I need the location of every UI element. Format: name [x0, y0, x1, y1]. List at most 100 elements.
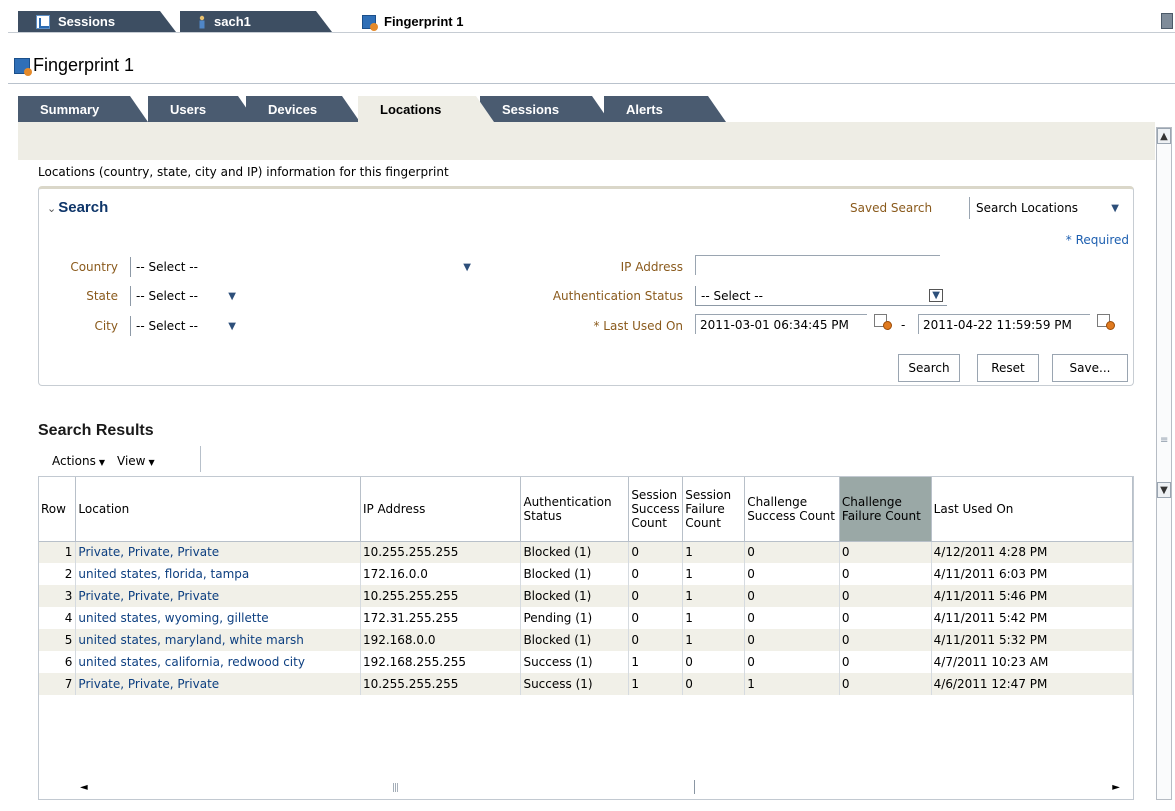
search-button[interactable]: Search [898, 354, 960, 382]
state-select[interactable]: -- Select -- ▼ [130, 286, 240, 306]
vertical-scrollbar[interactable]: ▲ ≡ ▼ [1156, 127, 1172, 800]
column-header-challenge-success-count[interactable]: Challenge Success Count [744, 477, 840, 542]
session-success-cell: 1 [628, 673, 684, 695]
required-note: * Required [1065, 233, 1129, 247]
session-failure-cell: 0 [682, 651, 746, 673]
ip-address-input[interactable] [695, 255, 940, 275]
chevron-down-icon: ▼ [929, 289, 943, 302]
table-row[interactable]: 3 Private, Private, Private 10.255.255.2… [39, 585, 1133, 607]
location-link[interactable]: united states, wyoming, gillette [75, 607, 361, 629]
ip-address-label: IP Address [620, 260, 683, 274]
table-row[interactable]: 2 united states, florida, tampa 172.16.0… [39, 563, 1133, 585]
calendar-icon[interactable] [874, 314, 892, 330]
actions-menu[interactable]: Actions ▼ [52, 454, 105, 468]
authentication-status-label: Authentication Status [552, 289, 683, 303]
saved-search-select[interactable]: Search Locations ▼ [969, 197, 1119, 219]
auth-status-cell: Blocked (1) [520, 629, 630, 651]
column-header-last-used-on[interactable]: Last Used On [931, 477, 1133, 542]
tab-summary[interactable]: Summary [18, 96, 148, 122]
country-select[interactable]: -- Select -- ▼ [130, 257, 475, 277]
tab-locations[interactable]: Locations [358, 96, 494, 122]
calendar-icon[interactable] [1097, 314, 1115, 330]
table-header-row: Row Location IP Address Authentication S… [39, 477, 1133, 542]
window-tab-user[interactable]: sach1 [180, 11, 332, 32]
session-success-cell: 1 [628, 651, 684, 673]
scroll-up-icon[interactable]: ▲ [1157, 128, 1171, 144]
location-link[interactable]: Private, Private, Private [75, 673, 361, 695]
last-used-from-input[interactable]: 2011-03-01 06:34:45 PM [695, 314, 867, 334]
column-header-ip-address[interactable]: IP Address [360, 477, 522, 542]
location-link[interactable]: united states, california, redwood city [75, 651, 361, 673]
tab-label: Summary [40, 101, 100, 117]
country-label: Country [70, 260, 118, 274]
search-header-label: Search [58, 199, 109, 216]
window-tab-label: Fingerprint 1 [384, 14, 464, 29]
city-select[interactable]: -- Select -- ▼ [130, 316, 240, 336]
table-row[interactable]: 6 united states, california, redwood cit… [39, 651, 1133, 673]
toolbar-divider [200, 446, 201, 472]
column-header-challenge-failure-count[interactable]: Challenge Failure Count [839, 477, 932, 542]
view-menu[interactable]: View ▼ [117, 454, 155, 468]
scroll-right-icon[interactable]: ► [1112, 782, 1120, 793]
tab-devices[interactable]: Devices [246, 96, 360, 122]
tab-strip-divider [8, 32, 1175, 33]
tab-label: Alerts [626, 101, 663, 117]
challenge-failure-cell: 0 [839, 541, 932, 563]
row-number: 3 [39, 585, 77, 607]
row-number: 1 [39, 541, 77, 563]
window-tab-sessions[interactable]: Sessions [18, 11, 176, 32]
collapse-icon[interactable]: ⌄ [47, 203, 56, 215]
session-failure-cell: 1 [682, 541, 746, 563]
scroll-grip-icon[interactable]: ||| [392, 783, 399, 793]
tab-alerts[interactable]: Alerts [604, 96, 726, 122]
column-header-session-success-count[interactable]: Session Success Count [628, 477, 684, 542]
title-divider [8, 83, 1175, 84]
column-header-row[interactable]: Row [39, 477, 77, 542]
location-link[interactable]: Private, Private, Private [75, 585, 361, 607]
reset-button[interactable]: Reset [977, 354, 1039, 382]
ip-address-cell: 172.31.255.255 [360, 607, 522, 629]
results-table-frame: Row Location IP Address Authentication S… [38, 476, 1134, 800]
location-link[interactable]: united states, florida, tampa [75, 563, 361, 585]
scroll-grip-icon[interactable]: ≡ [1160, 435, 1168, 446]
chevron-down-icon: ▼ [463, 261, 471, 273]
column-header-authentication-status[interactable]: Authentication Status [520, 477, 630, 542]
maximize-icon[interactable] [1161, 13, 1173, 29]
column-header-session-failure-count[interactable]: Session Failure Count [682, 477, 746, 542]
page-title-text: Fingerprint 1 [33, 55, 135, 75]
ip-address-cell: 192.168.255.255 [360, 651, 522, 673]
table-row[interactable]: 4 united states, wyoming, gillette 172.3… [39, 607, 1133, 629]
last-used-to-input[interactable]: 2011-04-22 11:59:59 PM [918, 314, 1090, 334]
session-success-cell: 0 [628, 541, 684, 563]
scroll-down-icon[interactable]: ▼ [1157, 482, 1171, 498]
tab-users[interactable]: Users [148, 96, 256, 122]
row-number: 4 [39, 607, 77, 629]
last-used-cell: 4/6/2011 12:47 PM [931, 673, 1133, 695]
row-number: 7 [39, 673, 77, 695]
challenge-success-cell: 0 [744, 651, 840, 673]
city-label: City [94, 319, 118, 333]
tab-sessions[interactable]: Sessions [480, 96, 610, 122]
ip-address-cell: 172.16.0.0 [360, 563, 522, 585]
scroll-left-icon[interactable]: ◄ [80, 782, 88, 793]
table-row[interactable]: 1 Private, Private, Private 10.255.255.2… [39, 541, 1133, 563]
session-failure-cell: 1 [682, 607, 746, 629]
saved-search-label: Saved Search [850, 201, 933, 215]
table-row[interactable]: 5 united states, maryland, white marsh 1… [39, 629, 1133, 651]
row-number: 5 [39, 629, 77, 651]
search-header[interactable]: ⌄ Search [47, 199, 108, 216]
location-link[interactable]: united states, maryland, white marsh [75, 629, 361, 651]
table-row[interactable]: 7 Private, Private, Private 10.255.255.2… [39, 673, 1133, 695]
challenge-failure-cell: 0 [839, 563, 932, 585]
state-value: -- Select -- [136, 289, 198, 303]
country-value: -- Select -- [136, 260, 198, 274]
save-button[interactable]: Save... [1052, 354, 1128, 382]
horizontal-scrollbar[interactable]: ◄ ||| ► [80, 780, 1120, 797]
column-header-location[interactable]: Location [75, 477, 361, 542]
challenge-success-cell: 1 [744, 673, 840, 695]
authentication-status-select[interactable]: -- Select -- ▼ [695, 286, 947, 306]
window-tab-fingerprint[interactable]: Fingerprint 1 [362, 11, 522, 32]
results-toolbar: Actions ▼ View ▼ [52, 449, 155, 473]
location-link[interactable]: Private, Private, Private [75, 541, 361, 563]
auth-status-cell: Success (1) [520, 651, 630, 673]
